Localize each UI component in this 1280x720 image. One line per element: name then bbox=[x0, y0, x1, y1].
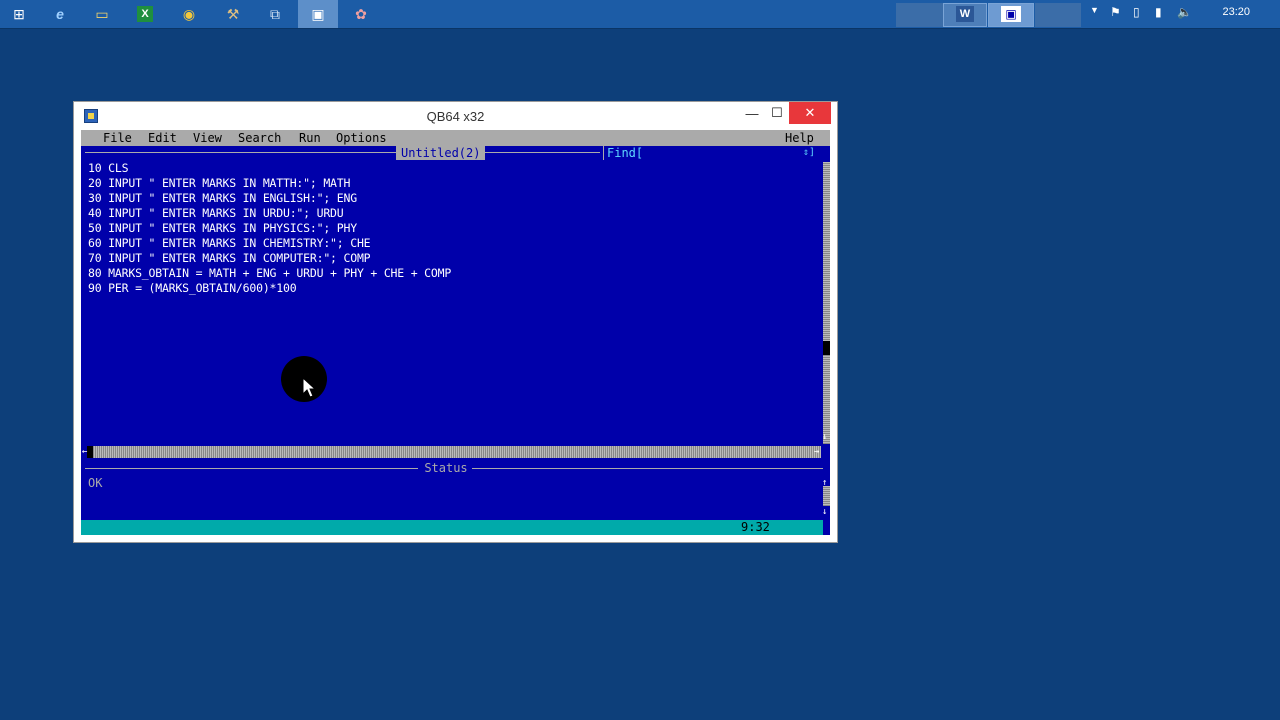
paint-icon[interactable]: ✿ bbox=[346, 3, 376, 25]
code-line: 80 MARKS_OBTAIN = MATH + ENG + URDU + PH… bbox=[88, 266, 452, 280]
network-icon[interactable]: ▮ bbox=[1155, 6, 1162, 18]
taskbar-blank-slot-2[interactable] bbox=[1035, 3, 1081, 27]
volume-icon[interactable]: 🔈 bbox=[1177, 6, 1192, 18]
show-hidden-icons-chevron-icon[interactable]: ▼ bbox=[1090, 6, 1099, 15]
code-line: 20 INPUT " ENTER MARKS IN MATTH:"; MATH bbox=[88, 176, 351, 190]
horizontal-scroll-left-arrow-icon[interactable]: ← bbox=[82, 447, 87, 457]
find-box[interactable]: Find[ ⇕] bbox=[603, 146, 823, 160]
menu-view[interactable]: View bbox=[193, 131, 222, 145]
word-tray-icon: W bbox=[956, 6, 974, 22]
taskbar: ⊞ e ▭ X ◉ ⚒ ⧉ ▣ ✿ W ▣ ▼ ⚑ ▯ ▮ 🔈 23:20 bbox=[0, 0, 1280, 29]
clock[interactable]: 23:20 bbox=[1222, 6, 1250, 18]
status-scroll-down-arrow-icon[interactable]: ↓ bbox=[822, 508, 827, 517]
editor-tab-title[interactable]: Untitled(2) bbox=[396, 146, 486, 160]
status-message: OK bbox=[88, 476, 103, 490]
window-title: QB64 x32 bbox=[426, 109, 485, 124]
code-line: 40 INPUT " ENTER MARKS IN URDU:"; URDU bbox=[88, 206, 344, 220]
qb64-console: File Edit View Search Run Options Help U… bbox=[81, 130, 830, 535]
horizontal-scroll-right-arrow-icon[interactable]: → bbox=[814, 447, 819, 457]
status-bar: 9:32 bbox=[81, 520, 823, 535]
code-editor[interactable]: 10 CLS 20 INPUT " ENTER MARKS IN MATTH:"… bbox=[88, 161, 818, 451]
window-titlebar[interactable]: QB64 x32 — ☐ ✕ bbox=[74, 102, 837, 130]
vertical-scroll-down-arrow-icon[interactable]: ↓ bbox=[822, 433, 827, 442]
editor-border-top bbox=[85, 152, 600, 153]
word-tray-button[interactable]: W bbox=[943, 3, 987, 27]
menu-bar: File Edit View Search Run Options Help bbox=[81, 130, 830, 146]
code-line: 10 CLS bbox=[88, 161, 129, 175]
qb64-taskbar-icon[interactable]: ▣ bbox=[298, 0, 338, 28]
file-explorer-icon[interactable]: ▭ bbox=[87, 3, 117, 25]
vertical-scroll-thumb[interactable] bbox=[823, 341, 830, 355]
code-line: 70 INPUT " ENTER MARKS IN COMPUTER:"; CO… bbox=[88, 251, 371, 265]
horizontal-scroll-thumb[interactable] bbox=[87, 446, 93, 458]
status-scrollbar[interactable] bbox=[823, 486, 830, 506]
menu-search[interactable]: Search bbox=[238, 131, 281, 145]
status-title: Status bbox=[424, 461, 468, 475]
qb64-tray-icon: ▣ bbox=[1001, 6, 1021, 22]
qb64-window: QB64 x32 — ☐ ✕ File Edit View Search Run… bbox=[73, 101, 838, 543]
remote-desktop-icon[interactable]: ⧉ bbox=[260, 3, 290, 25]
code-line: 60 INPUT " ENTER MARKS IN CHEMISTRY:"; C… bbox=[88, 236, 371, 250]
menu-edit[interactable]: Edit bbox=[148, 131, 177, 145]
start-icon[interactable]: ⊞ bbox=[4, 3, 34, 25]
menu-file[interactable]: File bbox=[103, 131, 132, 145]
status-border-right bbox=[472, 468, 823, 469]
menu-options[interactable]: Options bbox=[336, 131, 387, 145]
find-arrows-icon[interactable]: ⇕] bbox=[803, 146, 815, 160]
find-label: Find[ bbox=[607, 146, 644, 160]
chrome-icon[interactable]: ◉ bbox=[174, 3, 204, 25]
code-line: 90 PER = (MARKS_OBTAIN/600)*100 bbox=[88, 281, 297, 295]
taskbar-blank-slot[interactable] bbox=[896, 3, 944, 27]
excel-icon[interactable]: X bbox=[137, 6, 153, 22]
mouse-pointer-icon bbox=[302, 377, 317, 398]
code-line: 30 INPUT " ENTER MARKS IN ENGLISH:"; ENG bbox=[88, 191, 357, 205]
menu-run[interactable]: Run bbox=[299, 131, 321, 145]
flag-icon[interactable]: ⚑ bbox=[1110, 6, 1121, 18]
cursor-position: 9:32 bbox=[741, 520, 770, 534]
close-button[interactable]: ✕ bbox=[789, 102, 831, 124]
code-line: 50 INPUT " ENTER MARKS IN PHYSICS:"; PHY bbox=[88, 221, 357, 235]
qb64-tray-button[interactable]: ▣ bbox=[988, 3, 1034, 27]
status-border-left bbox=[85, 468, 418, 469]
menu-help[interactable]: Help bbox=[785, 131, 814, 145]
device-icon[interactable]: ▯ bbox=[1133, 6, 1140, 18]
vertical-scrollbar[interactable] bbox=[823, 162, 830, 444]
tools-icon[interactable]: ⚒ bbox=[218, 3, 248, 25]
horizontal-scrollbar[interactable] bbox=[87, 446, 821, 458]
internet-explorer-icon[interactable]: e bbox=[45, 3, 75, 25]
